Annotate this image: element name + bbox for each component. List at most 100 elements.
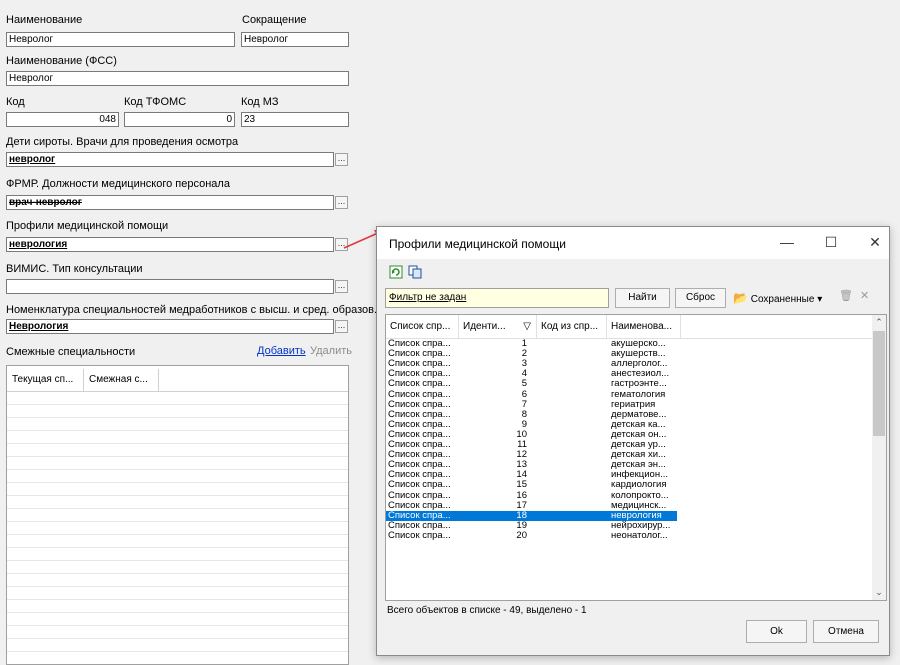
table-row[interactable]: Список спра... 3 аллерголог... bbox=[386, 359, 677, 369]
dialog-titlebar[interactable]: Профили медицинской помощи — ☐ ✕ bbox=[377, 227, 889, 259]
orphans-ellipsis-button[interactable]: ... bbox=[335, 153, 348, 166]
cell-list: Список спра... bbox=[388, 409, 451, 420]
minimize-button[interactable]: — bbox=[777, 233, 797, 253]
copy-icon[interactable] bbox=[408, 265, 422, 279]
grid-row[interactable] bbox=[7, 392, 348, 405]
frmr-input[interactable]: врач-невролог bbox=[6, 195, 334, 210]
vertical-scrollbar[interactable]: ⌃ ⌄ bbox=[872, 315, 886, 600]
profiles-dialog[interactable]: Профили медицинской помощи — ☐ ✕ Фильтр … bbox=[376, 226, 890, 656]
grid-row[interactable] bbox=[7, 561, 348, 574]
grid-col-current[interactable]: Текущая сп... bbox=[7, 369, 84, 391]
table-row[interactable]: Список спра... 20 неонатолог... bbox=[386, 529, 677, 541]
clear-icon[interactable]: 🗑 bbox=[839, 289, 853, 302]
cell-name: детская он... bbox=[611, 429, 667, 440]
table-row[interactable]: Список спра... 14 инфекцион... bbox=[386, 470, 677, 480]
table-row[interactable]: Список спра... 6 гематология bbox=[386, 389, 677, 400]
cell-id: 15 bbox=[516, 479, 527, 491]
mz-label: Код МЗ bbox=[241, 96, 279, 108]
col-id[interactable]: Иденти... ▽ bbox=[459, 315, 537, 338]
mz-input[interactable]: 23 bbox=[241, 112, 349, 127]
grid-row[interactable] bbox=[7, 600, 348, 613]
find-button[interactable]: Найти bbox=[615, 288, 670, 308]
profiles-table[interactable]: Список спр... Иденти... ▽ Код из спр... … bbox=[385, 314, 887, 601]
close-button[interactable]: ✕ bbox=[865, 233, 885, 253]
vimis-input[interactable] bbox=[6, 279, 334, 294]
grid-row[interactable] bbox=[7, 496, 348, 509]
profiles-input[interactable]: неврология bbox=[6, 237, 334, 252]
reset-button[interactable]: Сброс bbox=[675, 288, 726, 308]
grid-row[interactable] bbox=[7, 509, 348, 522]
grid-row[interactable] bbox=[7, 652, 348, 664]
cell-name: анестезиол... bbox=[611, 369, 670, 380]
cell-list: Список спра... bbox=[388, 520, 451, 531]
grid-col-related[interactable]: Смежная с... bbox=[84, 369, 159, 391]
grid-row[interactable] bbox=[7, 444, 348, 457]
scroll-down-icon[interactable]: ⌄ bbox=[872, 587, 886, 598]
cell-name: детская эн... bbox=[611, 460, 666, 471]
grid-row[interactable] bbox=[7, 457, 348, 470]
grid-row[interactable] bbox=[7, 431, 348, 444]
table-row[interactable]: Список спра... 15 кардиология bbox=[386, 480, 677, 490]
table-row[interactable]: Список спра... 10 детская он... bbox=[386, 429, 677, 440]
frmr-ellipsis-button[interactable]: ... bbox=[335, 196, 348, 209]
close-icon[interactable]: ✕ bbox=[860, 289, 869, 302]
add-link[interactable]: Добавить bbox=[257, 345, 306, 357]
grid-row[interactable] bbox=[7, 405, 348, 418]
scroll-thumb[interactable] bbox=[873, 331, 885, 436]
nomen-input[interactable]: Неврология bbox=[6, 319, 334, 334]
table-row[interactable]: Список спра... 2 акушерств... bbox=[386, 349, 677, 359]
table-row[interactable]: Список спра... 8 дерматове... bbox=[386, 409, 677, 420]
grid-row[interactable] bbox=[7, 548, 348, 561]
col-code[interactable]: Код из спр... bbox=[537, 315, 607, 338]
cell-list: Список спра... bbox=[388, 440, 451, 450]
scroll-up-icon[interactable]: ⌃ bbox=[872, 317, 886, 328]
table-row[interactable]: Список спра... 9 детская ка... bbox=[386, 419, 677, 430]
grid-row[interactable] bbox=[7, 574, 348, 587]
grid-row[interactable] bbox=[7, 483, 348, 496]
col-id-label: Иденти... bbox=[463, 321, 506, 332]
maximize-button[interactable]: ☐ bbox=[821, 233, 841, 253]
cell-name: гематология bbox=[611, 389, 666, 400]
code-input[interactable]: 048 bbox=[6, 112, 119, 127]
table-row[interactable]: Список спра... 17 медицинск... bbox=[386, 500, 677, 511]
cancel-button[interactable]: Отмена bbox=[813, 620, 879, 643]
saved-filters-button[interactable]: 📂 Сохраненные ▾ bbox=[733, 288, 822, 308]
cell-name: аллерголог... bbox=[611, 359, 668, 370]
table-row[interactable]: Список спра... 5 гастроэнте... bbox=[386, 379, 677, 389]
table-row[interactable]: Список спра... 12 детская хи... bbox=[386, 450, 677, 460]
table-row[interactable]: Список спра... 4 анестезиол... bbox=[386, 369, 677, 379]
cell-list: Список спра... bbox=[388, 450, 451, 461]
grid-row[interactable] bbox=[7, 418, 348, 431]
fss-input[interactable]: Невролог bbox=[6, 71, 349, 86]
tfoms-input[interactable]: 0 bbox=[124, 112, 235, 127]
refresh-icon[interactable] bbox=[389, 265, 403, 279]
table-row[interactable]: Список спра... 19 нейрохирур... bbox=[386, 520, 677, 531]
table-row[interactable]: Список спра... 11 детская ур... bbox=[386, 440, 677, 450]
table-row[interactable]: Список спра... 1 акушерско... bbox=[386, 339, 677, 349]
grid-row[interactable] bbox=[7, 613, 348, 626]
ok-button[interactable]: Ok bbox=[746, 620, 807, 643]
grid-row[interactable] bbox=[7, 639, 348, 652]
col-name[interactable]: Наименова... bbox=[607, 315, 681, 338]
vimis-ellipsis-button[interactable]: ... bbox=[335, 280, 348, 293]
filter-text[interactable]: Фильтр не задан bbox=[389, 292, 466, 303]
table-row[interactable]: Список спра... 18 неврология bbox=[386, 510, 677, 521]
nomen-ellipsis-button[interactable]: ... bbox=[335, 320, 348, 333]
grid-row[interactable] bbox=[7, 587, 348, 600]
filter-field[interactable]: Фильтр не задан bbox=[385, 288, 609, 308]
grid-row[interactable] bbox=[7, 522, 348, 535]
related-grid[interactable]: Текущая сп... Смежная с... bbox=[6, 365, 349, 665]
name-input[interactable]: Невролог bbox=[6, 32, 235, 47]
cell-list: Список спра... bbox=[388, 530, 451, 541]
table-row[interactable]: Список спра... 16 колопрокто... bbox=[386, 490, 677, 501]
table-row[interactable]: Список спра... 7 гериатрия bbox=[386, 399, 677, 410]
cell-id: 20 bbox=[516, 529, 527, 541]
cell-name: медицинск... bbox=[611, 500, 667, 511]
col-list[interactable]: Список спр... bbox=[386, 315, 459, 338]
table-row[interactable]: Список спра... 13 детская эн... bbox=[386, 460, 677, 470]
short-input[interactable]: Невролог bbox=[241, 32, 349, 47]
orphans-input[interactable]: невролог bbox=[6, 152, 334, 167]
grid-row[interactable] bbox=[7, 626, 348, 639]
grid-row[interactable] bbox=[7, 470, 348, 483]
grid-row[interactable] bbox=[7, 535, 348, 548]
